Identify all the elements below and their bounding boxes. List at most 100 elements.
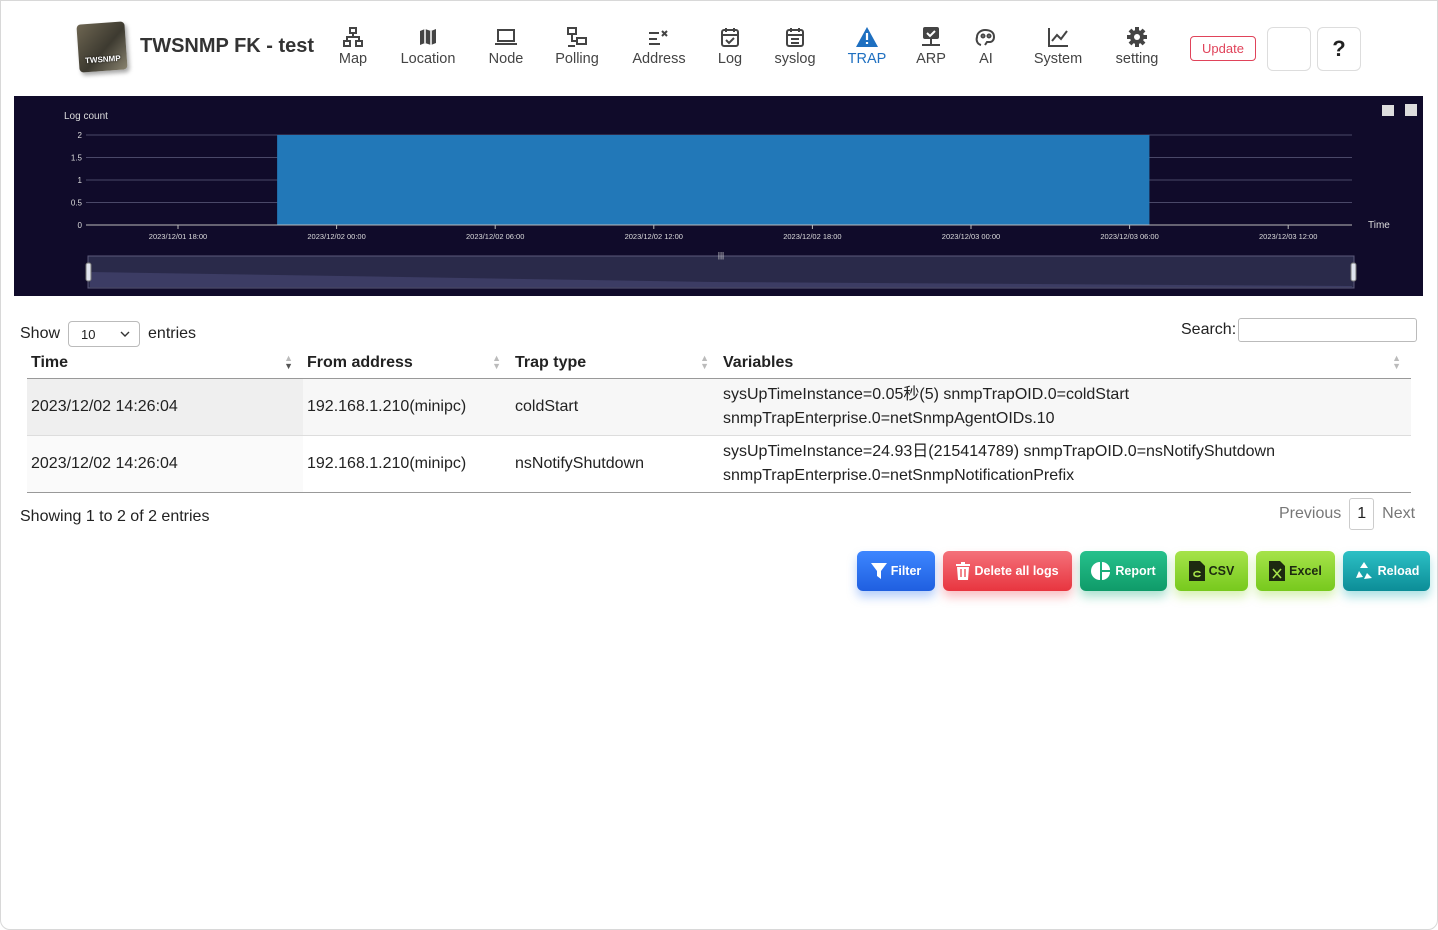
page-size-value: 10 xyxy=(81,326,96,342)
sort-icon: ▲ ▼ xyxy=(492,353,501,371)
bar xyxy=(277,135,1150,225)
y-tick-label: 1.5 xyxy=(71,154,83,163)
trap-table: Time ▲ ▼ From address ▲ ▼ Trap type ▲ ▼ Variab… xyxy=(27,347,1411,493)
nav-label: AI xyxy=(979,51,993,67)
y-tick-label: 2 xyxy=(78,131,83,140)
nav-node[interactable]: Node xyxy=(485,26,527,70)
x-tick-label: 2023/12/02 00:00 xyxy=(307,232,365,241)
reload-button[interactable]: Reload xyxy=(1343,551,1430,591)
button-label: Delete all logs xyxy=(974,564,1059,578)
button-label: Filter xyxy=(890,564,922,578)
app-title[interactable]: TWSNMP FK - test xyxy=(140,35,314,58)
nav-label: syslog xyxy=(774,51,816,67)
page-size-select[interactable]: 10 xyxy=(68,321,141,347)
chevron-down-icon xyxy=(120,331,130,337)
nav-label: System xyxy=(1033,51,1083,67)
moon-icon xyxy=(1287,40,1296,58)
nav-trap[interactable]: TRAP xyxy=(846,26,888,70)
nav-label: Map xyxy=(338,51,368,67)
y-tick-label: 1 xyxy=(78,176,83,185)
x-tick-label: 2023/12/01 18:00 xyxy=(149,232,207,241)
nav-setting[interactable]: setting xyxy=(1112,26,1162,70)
cell-from-address: 192.168.1.210(minipc) xyxy=(303,378,511,436)
nav-label: ARP xyxy=(916,51,946,67)
help-button[interactable]: ? xyxy=(1317,27,1361,71)
variables-line: sysUpTimeInstance=0.05秒(5) snmpTrapOID.0… xyxy=(723,386,1130,403)
x-tick-label: 2023/12/02 12:00 xyxy=(625,232,683,241)
button-label: Report xyxy=(1115,564,1156,578)
trap-count-chart: Log count 0 0.5 1 1.5 2 2023/12/01 18:00 2023/1… xyxy=(14,96,1423,296)
nav-ai[interactable]: AI xyxy=(973,26,999,70)
sort-icon: ▲ ▼ xyxy=(700,353,709,371)
calendar-icon xyxy=(786,28,804,47)
theme-toggle-button[interactable] xyxy=(1267,27,1311,71)
column-header-time[interactable]: Time ▲ ▼ xyxy=(27,347,303,379)
table-row[interactable]: 2023/12/02 14:26:04 192.168.1.210(minipc… xyxy=(27,378,1411,436)
nav-label: Log xyxy=(717,51,743,67)
variables-line: snmpTrapEnterprise.0=netSnmpAgentOIDs.10 xyxy=(723,410,1055,427)
page-button[interactable]: 1 xyxy=(1349,498,1375,530)
table-info: Showing 1 to 2 of 2 entries xyxy=(20,508,210,525)
x-axis-label: Time xyxy=(1368,220,1390,231)
search-label: Search: xyxy=(1181,321,1237,338)
map-icon xyxy=(420,29,436,45)
save-image-icon xyxy=(1405,104,1417,116)
excel-file-icon xyxy=(1269,561,1286,581)
recycle-icon xyxy=(1355,562,1372,579)
y-tick-label: 0.5 xyxy=(71,199,83,208)
x-tick-label: 2023/12/03 00:00 xyxy=(942,232,1000,241)
app-logo[interactable]: TWSNMP xyxy=(76,21,128,73)
cell-variables: sysUpTimeInstance=24.93日(215414789) snmp… xyxy=(719,435,1411,493)
trash-icon xyxy=(956,562,971,580)
column-header-label: Trap type xyxy=(515,353,587,371)
y-tick-label: 0 xyxy=(78,221,83,230)
warning-icon xyxy=(856,27,878,47)
variables-line: snmpTrapEnterprise.0=netSnmpNotification… xyxy=(723,467,1075,484)
cell-variables: sysUpTimeInstance=0.05秒(5) snmpTrapOID.0… xyxy=(719,378,1411,436)
nav-polling[interactable]: Polling xyxy=(553,26,601,70)
chart-canvas: Log count 0 0.5 1 1.5 2 2023/12/01 18:00 2023/1… xyxy=(64,104,1417,289)
column-header-label: Time xyxy=(31,353,69,371)
column-header-label: From address xyxy=(307,353,413,371)
next-button[interactable]: Next xyxy=(1382,505,1415,523)
csv-button[interactable]: CSV xyxy=(1175,551,1248,591)
excel-button[interactable]: Excel xyxy=(1256,551,1335,591)
report-button[interactable]: Report xyxy=(1080,551,1167,591)
line-chart-icon xyxy=(1048,28,1068,47)
table-header-row: Time ▲ ▼ From address ▲ ▼ Trap type ▲ ▼ Variab… xyxy=(27,347,1411,379)
pagination: Previous 1 Next xyxy=(1279,498,1415,530)
button-label: Excel xyxy=(1289,564,1322,578)
x-tick-label: 2023/12/02 06:00 xyxy=(466,232,524,241)
nav-syslog[interactable]: syslog xyxy=(772,26,818,70)
nav-label: Location xyxy=(400,51,456,67)
sort-icon: ▲ ▼ xyxy=(1392,353,1401,371)
gear-icon xyxy=(1127,27,1147,47)
nav-system[interactable]: System xyxy=(1030,26,1086,70)
nav-label: setting xyxy=(1115,51,1159,67)
y-axis-label: Log count xyxy=(64,111,108,122)
nav-log[interactable]: Log xyxy=(714,26,746,70)
column-header-variables[interactable]: Variables ▲ ▼ xyxy=(719,347,1411,379)
nav-address[interactable]: Address xyxy=(629,26,689,70)
pie-chart-icon xyxy=(1091,562,1111,580)
nav-location[interactable]: Location xyxy=(398,26,458,70)
previous-button[interactable]: Previous xyxy=(1279,505,1341,523)
address-list-icon xyxy=(649,30,668,45)
zoom-drag-grip-icon: ||| xyxy=(718,251,724,260)
delete-all-logs-button[interactable]: Delete all logs xyxy=(943,551,1072,591)
zoom-handle-left xyxy=(85,262,92,282)
table-row[interactable]: 2023/12/02 14:26:04 192.168.1.210(minipc… xyxy=(27,435,1411,493)
filter-button[interactable]: Filter xyxy=(857,551,935,591)
column-header-from-address[interactable]: From address ▲ ▼ xyxy=(303,347,511,379)
search-input[interactable] xyxy=(1238,318,1418,342)
nav-arp[interactable]: ARP xyxy=(914,26,948,70)
nav-label: Polling xyxy=(555,51,599,67)
nav-map[interactable]: Map xyxy=(337,26,369,70)
cell-trap-type: coldStart xyxy=(511,378,719,436)
nav-label: Node xyxy=(488,51,524,67)
brain-icon xyxy=(975,28,996,46)
column-header-label: Variables xyxy=(723,353,794,371)
laptop-icon xyxy=(495,29,517,45)
column-header-trap-type[interactable]: Trap type ▲ ▼ xyxy=(511,347,719,379)
update-button[interactable]: Update xyxy=(1190,36,1256,61)
